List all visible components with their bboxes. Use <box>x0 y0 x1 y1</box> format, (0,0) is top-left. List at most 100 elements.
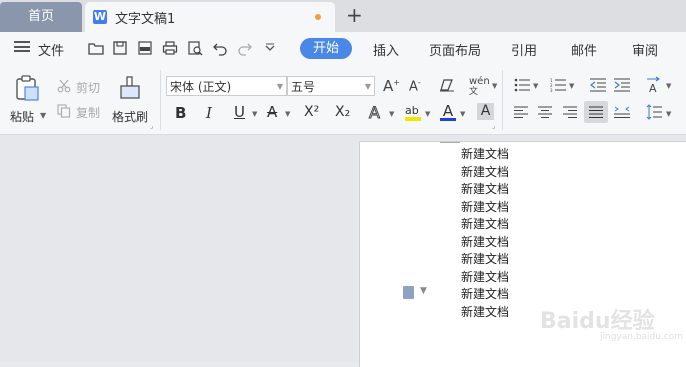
superscript-button[interactable]: X² <box>304 104 319 120</box>
grow-font-icon[interactable]: A+ <box>383 77 400 95</box>
clear-format-icon[interactable] <box>439 78 455 92</box>
text-effect-button[interactable]: A <box>369 103 381 123</box>
justify-button[interactable] <box>584 101 608 123</box>
baidu-watermark-url: jingyan.baidu.com <box>600 332 684 342</box>
chevron-down-icon: ▼ <box>276 82 283 91</box>
chevron-down-icon[interactable]: ▼ <box>460 110 465 118</box>
text-direction-icon[interactable]: A <box>645 76 663 94</box>
font-expand-icon[interactable]: ⌟ <box>492 122 495 130</box>
chevron-down-icon[interactable]: ▼ <box>389 110 394 118</box>
export-pdf-icon[interactable] <box>137 40 153 56</box>
text-line: 新建文档 <box>461 304 510 319</box>
text-line: 新建文档 <box>461 234 510 249</box>
font-name-value: 宋体 (正文) <box>170 80 232 94</box>
chevron-down-icon[interactable]: ▼ <box>492 82 497 90</box>
chevron-down-icon[interactable]: ▼ <box>666 110 671 118</box>
ribbon-tab-insert[interactable]: 插入 <box>373 40 399 59</box>
chevron-down-icon[interactable]: ▼ <box>285 110 290 118</box>
font-size-value: 五号 <box>291 80 316 94</box>
ribbon-tab-review[interactable]: 审阅 <box>632 40 658 59</box>
svg-text:A: A <box>649 82 657 94</box>
chevron-down-icon[interactable]: ▼ <box>420 286 427 296</box>
cut-button[interactable]: 剪切 <box>76 79 100 96</box>
bold-button[interactable]: B <box>175 104 186 122</box>
phonetic-guide-icon[interactable]: wén 文 <box>469 76 490 97</box>
baidu-watermark: Baidu经验 <box>540 309 655 334</box>
home-tab[interactable]: 首页 <box>0 2 82 32</box>
align-center-icon[interactable] <box>538 106 552 118</box>
highlight-label: ab <box>405 104 419 117</box>
text-line: 新建文档 <box>461 252 510 266</box>
font-color-button[interactable]: A <box>440 102 456 122</box>
new-tab-button[interactable]: + <box>346 4 363 26</box>
save-icon[interactable] <box>112 40 128 56</box>
underline-button[interactable]: U <box>234 103 245 121</box>
text-line: 新建文档 <box>461 164 510 179</box>
align-justify-icon <box>589 106 603 118</box>
increase-indent-icon[interactable] <box>614 78 630 92</box>
paste-dropdown-icon[interactable]: ▼ <box>40 111 46 120</box>
text-line: 新建文档 <box>461 287 510 301</box>
file-menu[interactable]: 文件 <box>38 40 64 59</box>
chevron-down-icon[interactable]: ▼ <box>666 82 671 90</box>
format-painter-button[interactable]: 格式刷 <box>112 108 148 125</box>
open-folder-icon[interactable] <box>88 40 104 56</box>
paste-button[interactable]: 粘贴 <box>10 108 34 125</box>
font-color-bar <box>440 118 456 121</box>
ribbon-tab-page-layout[interactable]: 页面布局 <box>429 40 481 59</box>
format-painter-icon[interactable] <box>118 76 142 102</box>
ribbon: 粘贴 ▼ 剪切 复制 格式刷 ⌟ 宋体 (正文) ▼ 五号 ▼ A+ A- wén 文… <box>0 64 686 135</box>
strikethrough-button[interactable]: A <box>267 103 277 121</box>
menu-bar: 文件 开始 插入 页面布局 引用 邮件 审阅 <box>0 32 686 64</box>
page-margin-mark <box>440 142 460 147</box>
italic-button[interactable]: I <box>206 104 212 122</box>
numbered-list-icon[interactable]: 123 <box>550 78 566 92</box>
highlight-color-bar <box>405 117 421 121</box>
distributed-align-icon[interactable] <box>614 105 630 119</box>
ribbon-tab-mailings[interactable]: 邮件 <box>571 40 597 59</box>
text-line: 新建文档 <box>461 199 510 214</box>
font-name-select[interactable]: 宋体 (正文) ▼ <box>166 76 287 96</box>
copy-icon[interactable] <box>57 104 71 118</box>
ribbon-tab-home[interactable]: 开始 <box>300 38 352 59</box>
copy-button[interactable]: 复制 <box>76 104 100 121</box>
chevron-down-icon[interactable]: ▼ <box>533 82 538 90</box>
svg-text:3: 3 <box>550 88 553 92</box>
chevron-down-icon[interactable]: ▼ <box>569 82 574 90</box>
shrink-font-letter: A <box>409 79 418 95</box>
shrink-font-icon[interactable]: A- <box>409 78 421 94</box>
font-size-select[interactable]: 五号 ▼ <box>287 76 375 96</box>
text-line: 新建文档 <box>461 217 510 231</box>
grow-font-letter: A <box>383 77 394 95</box>
ribbon-tab-references[interactable]: 引用 <box>511 40 537 59</box>
writer-logo-icon: W <box>93 10 107 24</box>
bullet-list-icon[interactable] <box>514 78 530 92</box>
chevron-down-icon[interactable]: ▼ <box>252 110 257 118</box>
align-right-icon[interactable] <box>563 106 577 118</box>
chevron-down-icon[interactable]: ▼ <box>425 110 430 118</box>
decrease-indent-icon[interactable] <box>590 78 606 92</box>
line-spacing-icon[interactable] <box>646 104 662 120</box>
print-preview-icon[interactable] <box>187 40 203 56</box>
ribbon-separator <box>160 70 161 130</box>
customize-toolbar-icon[interactable] <box>262 40 278 56</box>
align-left-icon[interactable] <box>514 106 528 118</box>
cut-icon[interactable] <box>57 79 71 93</box>
print-icon[interactable] <box>162 40 178 56</box>
paste-icon[interactable] <box>14 74 40 102</box>
redo-icon[interactable] <box>237 40 253 56</box>
undo-icon[interactable] <box>212 40 228 56</box>
document-tab[interactable]: W 文字文稿1 <box>85 2 335 32</box>
subscript-button[interactable]: X₂ <box>335 104 350 120</box>
text-line: 新建文档 <box>461 182 510 196</box>
char-shading-button[interactable]: A <box>477 103 494 120</box>
unsaved-indicator-icon <box>315 14 321 20</box>
chevron-down-icon: ▼ <box>364 82 371 91</box>
document-title: 文字文稿1 <box>115 12 176 27</box>
clipboard-expand-icon[interactable]: ⌟ <box>150 122 153 130</box>
hamburger-menu-icon[interactable] <box>14 41 30 52</box>
ribbon-separator <box>502 70 503 130</box>
highlight-button[interactable]: ab <box>405 104 423 122</box>
document-body[interactable]: 新建文档 新建文档 新建文档 新建文档 新建文档 新建文档 新建文档 新建文档 … <box>461 146 509 321</box>
paragraph-handle-icon[interactable] <box>403 286 414 299</box>
